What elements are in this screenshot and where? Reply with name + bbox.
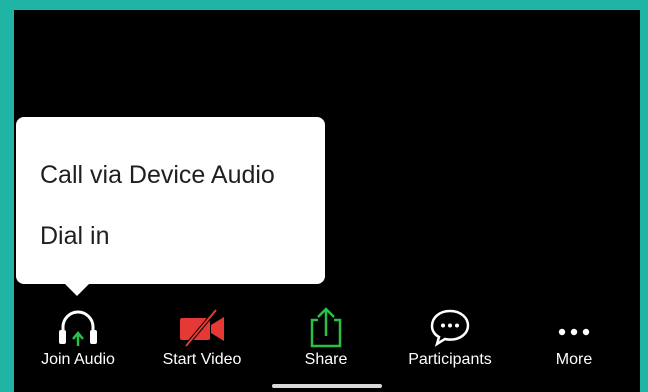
meeting-toolbar: Join Audio Start Video Share Participant… xyxy=(14,296,640,392)
headphones-icon xyxy=(59,310,97,346)
join-audio-label: Join Audio xyxy=(41,351,115,368)
dial-in-option[interactable]: Dial in xyxy=(40,222,109,251)
start-video-button[interactable]: Start Video xyxy=(140,296,264,392)
share-label: Share xyxy=(304,351,348,368)
call-via-device-audio-option[interactable]: Call via Device Audio xyxy=(40,161,275,190)
home-indicator[interactable] xyxy=(272,384,382,388)
share-button[interactable]: Share xyxy=(264,296,388,392)
chat-bubble-icon xyxy=(430,309,470,347)
video-off-icon xyxy=(180,308,224,348)
participants-button[interactable]: Participants xyxy=(388,296,512,392)
join-audio-button[interactable]: Join Audio xyxy=(16,296,140,392)
device-frame: Call via Device Audio Dial in Join Audio xyxy=(0,0,648,392)
meeting-screen: Call via Device Audio Dial in Join Audio xyxy=(14,10,640,392)
more-dots-icon xyxy=(558,328,590,336)
popup-pointer xyxy=(64,283,90,296)
more-label: More xyxy=(555,351,593,368)
start-video-label: Start Video xyxy=(162,351,242,368)
participants-label: Participants xyxy=(408,351,492,368)
join-audio-popup: Call via Device Audio Dial in xyxy=(16,117,325,296)
more-button[interactable]: More xyxy=(512,296,636,392)
share-icon xyxy=(310,307,342,348)
